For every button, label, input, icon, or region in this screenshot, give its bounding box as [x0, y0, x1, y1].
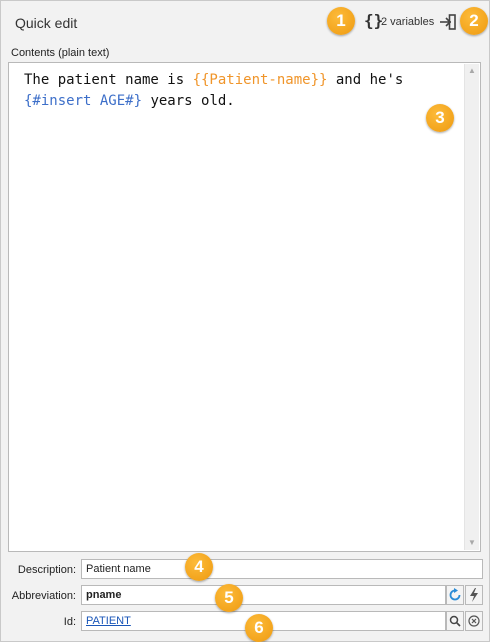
clear-button[interactable]	[465, 611, 483, 631]
callout-badge-3: 3	[426, 104, 454, 132]
callout-badge-1: 1	[327, 7, 355, 35]
text-segment: years old.	[142, 92, 235, 109]
clear-icon	[468, 615, 480, 627]
editor-text[interactable]: The patient name is {{Patient-name}} and…	[24, 70, 454, 111]
contents-editor[interactable]: The patient name is {{Patient-name}} and…	[8, 62, 481, 552]
search-button[interactable]	[446, 611, 464, 631]
id-link[interactable]: PATIENT	[86, 615, 131, 627]
insert-token: {#insert AGE#}	[24, 92, 143, 109]
variables-count[interactable]: 2 variables	[381, 16, 434, 28]
abbreviation-label: Abbreviation:	[11, 590, 76, 602]
callout-badge-4: 4	[185, 553, 213, 581]
refresh-button[interactable]	[446, 585, 464, 605]
variable-token: {{Patient-name}}	[192, 72, 328, 88]
vertical-scrollbar[interactable]: ▲ ▼	[464, 64, 479, 550]
callout-badge-5: 5	[215, 584, 243, 612]
refresh-icon	[449, 588, 461, 601]
panel-title: Quick edit	[15, 15, 78, 31]
quick-edit-panel: Quick edit {} 2 variables Contents (plai…	[0, 0, 490, 642]
callout-badge-6: 6	[245, 614, 273, 642]
callout-badge-2: 2	[460, 7, 488, 35]
contents-label: Contents (plain text)	[11, 47, 110, 59]
search-icon	[449, 615, 461, 627]
scroll-up-icon[interactable]: ▲	[465, 64, 479, 78]
id-label: Id:	[63, 616, 76, 628]
lightning-button[interactable]	[465, 585, 483, 605]
scroll-down-icon[interactable]: ▼	[465, 536, 479, 550]
description-field[interactable]: Patient name	[81, 559, 483, 579]
text-segment: and he's	[335, 72, 404, 88]
abbreviation-field[interactable]: pname	[81, 585, 446, 605]
text-segment: The patient name is	[24, 72, 193, 88]
lightning-icon	[470, 588, 478, 602]
insert-arrow-icon[interactable]	[439, 13, 457, 31]
description-label: Description:	[17, 564, 76, 576]
